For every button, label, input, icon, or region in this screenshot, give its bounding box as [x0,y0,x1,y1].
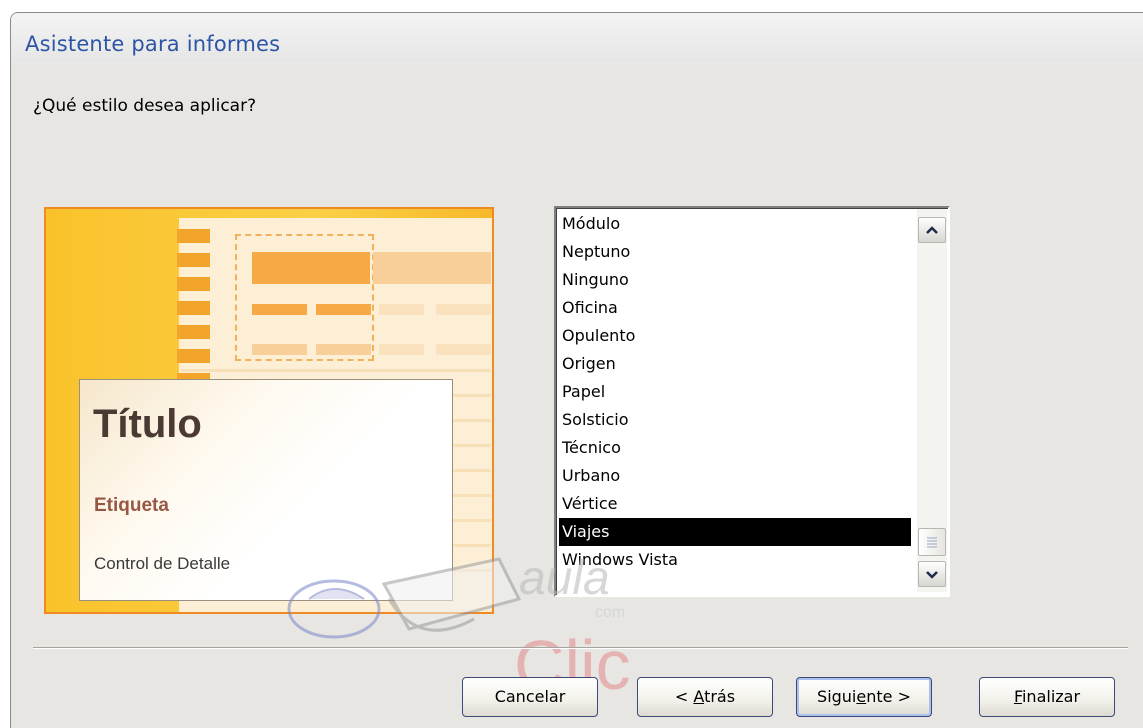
wizard-body: ¿Qué estilo desea aplicar? Título Etique… [11,64,1143,728]
listbox-scrollbar[interactable] [917,209,947,592]
preview-row-bar [252,344,307,355]
chevron-down-icon [926,571,938,579]
finish-button-mnemonic: F [1013,687,1022,706]
back-button-rest: trás [704,687,736,706]
window-title: Asistente para informes [25,32,281,56]
style-list-item[interactable]: Solsticio [559,406,911,434]
scroll-down-button[interactable] [918,561,946,587]
style-list-item[interactable]: Opulento [559,322,911,350]
preview-header-bar-2 [373,252,491,284]
preview-row-bar [436,344,491,355]
finish-button-rest: inalizar [1021,687,1081,706]
preview-row-bar [316,304,371,315]
back-button[interactable]: < Atrás [637,677,773,717]
finish-button[interactable]: Finalizar [979,677,1115,717]
style-list-item[interactable]: Técnico [559,434,911,462]
style-list-item[interactable]: Neptuno [559,238,911,266]
preview-row-bar [379,344,424,355]
preview-row-bar [252,304,307,315]
next-button[interactable]: Siguiente > [796,677,932,717]
footer-divider [33,647,1128,649]
back-button-mnemonic: A [693,687,705,706]
svg-text:com: com [595,604,625,621]
style-list-item[interactable]: Oficina [559,294,911,322]
next-button-prefix: Sigui [817,687,857,706]
style-list-item[interactable]: Viajes [559,518,911,546]
style-preview: Título Etiqueta Control de Detalle [44,207,494,614]
style-list-item[interactable]: Papel [559,378,911,406]
grip-icon [927,537,937,548]
style-list-item[interactable]: Módulo [559,210,911,238]
preview-label: Etiqueta [94,495,169,516]
style-list-item[interactable]: Urbano [559,462,911,490]
cancel-button-label: Cancelar [494,687,566,706]
preview-row-bar [316,344,371,355]
scroll-up-button[interactable] [918,217,946,243]
next-button-rest: nte > [866,687,911,706]
style-list[interactable]: Módulo Neptuno Ninguno Oficina Opulento Orige… [559,210,911,574]
style-list-item[interactable]: Windows Vista [559,546,911,574]
preview-header-bar [252,252,370,284]
preview-row-bar [436,304,491,315]
preview-title: Título [93,402,202,446]
wizard-window: Asistente para informes ¿Qué estilo dese… [10,12,1143,728]
preview-detail: Control de Detalle [94,554,231,573]
style-list-item[interactable]: Vértice [559,490,911,518]
preview-card: Título Etiqueta Control de Detalle [79,379,453,601]
cancel-button[interactable]: Cancelar [462,677,598,717]
scroll-thumb[interactable] [918,528,946,556]
wizard-header: Asistente para informes [11,13,1143,64]
style-list-item[interactable]: Ninguno [559,266,911,294]
preview-line [181,369,491,372]
style-listbox[interactable]: Módulo Neptuno Ninguno Oficina Opulento Orige… [554,206,950,597]
style-question: ¿Qué estilo desea aplicar? [33,96,257,116]
style-list-item[interactable]: Origen [559,350,911,378]
back-button-prefix: < [674,687,694,706]
preview-row-bar [379,304,424,315]
chevron-up-icon [926,226,938,234]
next-button-mnemonic: e [856,687,867,706]
